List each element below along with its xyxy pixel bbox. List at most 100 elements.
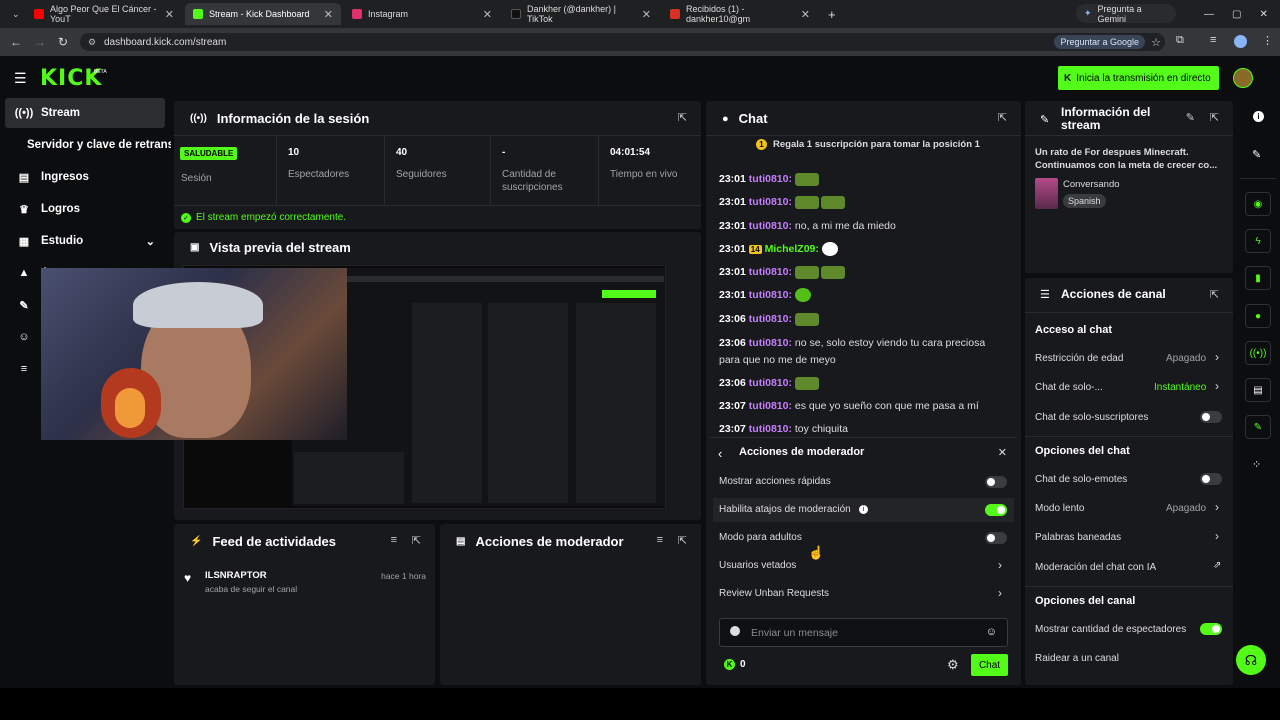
chat-username[interactable]: tuti0810: (749, 313, 792, 325)
chevron-right-icon[interactable]: › (1215, 529, 1219, 543)
adult-mode-toggle[interactable] (985, 532, 1007, 544)
filter-icon[interactable]: ≡ (657, 534, 663, 546)
help-chat-icon[interactable]: ☊ (1236, 645, 1266, 675)
feed-username[interactable]: ILSNRAPTOR (205, 570, 267, 581)
rail-activity-button[interactable]: ϟ (1245, 229, 1271, 253)
chevron-right-icon[interactable]: › (1215, 350, 1219, 364)
ai-moderation-label[interactable]: Moderación del chat con IA (1035, 562, 1156, 573)
external-link-icon[interactable]: ⇗ (1213, 560, 1221, 571)
tab-search-button[interactable]: ⌄ (4, 3, 22, 25)
hamburger-menu-icon[interactable]: ☰ (14, 70, 27, 87)
subscribers-only-toggle[interactable] (1200, 411, 1222, 423)
chat-input[interactable]: Enviar un mensaje ☺ (719, 618, 1008, 647)
back-arrow-icon[interactable]: ‹ (718, 446, 722, 461)
rail-session-button[interactable]: ◉ (1245, 192, 1271, 216)
maximize-icon[interactable]: ▢ (1232, 9, 1241, 20)
unban-requests-link[interactable]: Review Unban Requests (719, 588, 829, 599)
new-tab-button[interactable]: + (820, 3, 840, 25)
info-icon[interactable]: i (858, 505, 868, 514)
media-icon[interactable]: ≡ (1210, 34, 1216, 46)
close-icon[interactable]: ✕ (324, 8, 333, 21)
banned-users-link[interactable]: Usuarios vetados (719, 560, 796, 571)
popout-icon[interactable]: ⇱ (1210, 288, 1219, 301)
emotes-only-toggle[interactable] (1200, 473, 1222, 485)
chat-username[interactable]: tuti0810: (749, 400, 792, 412)
close-icon[interactable]: ✕ (998, 446, 1007, 459)
tab-gmail[interactable]: Recibidos (1) - dankher10@gm ✕ (662, 3, 818, 25)
chat-username[interactable]: tuti0810: (749, 337, 792, 349)
close-icon[interactable]: ✕ (165, 8, 174, 21)
gemini-button[interactable]: ✦ Pregunta a Gemini (1076, 4, 1176, 24)
slow-mode-label[interactable]: Modo lento (1035, 503, 1084, 514)
sidebar-item-stream[interactable]: ((•)) Stream (5, 98, 165, 128)
rail-layout-button[interactable]: ▤ (1245, 378, 1271, 402)
popout-icon[interactable]: ⇱ (412, 534, 421, 547)
age-restriction-label[interactable]: Restricción de edad (1035, 353, 1123, 364)
show-viewer-count-toggle[interactable] (1200, 623, 1222, 635)
sidebar-item-estudio[interactable]: ▦ Estudio ⌄ (5, 226, 165, 256)
more-dots-icon[interactable]: ⁘ (1252, 458, 1261, 471)
emoji-icon[interactable]: ☺ (986, 626, 997, 638)
extensions-icon[interactable]: ⧉ (1176, 34, 1184, 47)
stream-preview-video[interactable] (41, 265, 666, 509)
forward-icon[interactable]: → (34, 35, 46, 49)
chat-username[interactable]: tuti0810: (749, 220, 792, 232)
rail-stream-button[interactable]: ((•)) (1245, 341, 1271, 365)
popout-icon[interactable]: ⇱ (998, 111, 1007, 124)
chat-username[interactable]: tuti0810: (749, 423, 792, 435)
category-name[interactable]: Conversando (1063, 179, 1120, 190)
raid-channel-link[interactable]: Raidear a un canal (1035, 653, 1119, 664)
edit-pencil-icon[interactable]: ✎ (1186, 111, 1195, 124)
sidebar-item-server-key[interactable]: Servidor y clave de retransmisión (5, 130, 171, 160)
chat-username[interactable]: MichelZ09: (765, 243, 819, 255)
rail-notes-button[interactable]: ▮ (1245, 266, 1271, 290)
tab-kick-dashboard[interactable]: Stream - Kick Dashboard ✕ (185, 3, 341, 25)
mod-shortcuts-toggle[interactable] (985, 504, 1007, 516)
star-icon[interactable]: ☆ (1151, 36, 1161, 49)
category-thumbnail[interactable] (1035, 178, 1058, 209)
sidebar-item-ingresos[interactable]: ▤ Ingresos (5, 162, 165, 192)
reload-icon[interactable]: ↻ (58, 35, 68, 49)
chat-username[interactable]: tuti0810: (749, 173, 792, 185)
edit-pencil-icon[interactable]: ✎ (1252, 148, 1261, 161)
minimize-icon[interactable]: — (1204, 9, 1214, 20)
site-info-icon[interactable]: ⚙ (88, 37, 96, 48)
close-icon[interactable]: ✕ (483, 8, 492, 21)
chevron-right-icon[interactable]: › (998, 586, 1002, 600)
followers-only-label[interactable]: Chat de solo-... (1035, 382, 1103, 393)
popout-icon[interactable]: ⇱ (1210, 111, 1219, 124)
user-avatar[interactable] (1233, 68, 1253, 88)
chat-message-cutoff (719, 152, 804, 164)
info-icon[interactable]: i (1253, 111, 1264, 122)
settings-gear-icon[interactable]: ⚙ (947, 657, 959, 673)
chevron-right-icon[interactable]: › (1215, 379, 1219, 393)
tab-tiktok[interactable]: Dankher (@dankher) | TikTok ✕ (503, 3, 659, 25)
chat-username[interactable]: tuti0810: (749, 377, 792, 389)
popout-icon[interactable]: ⇱ (678, 111, 687, 124)
sidebar-item-logros[interactable]: ♛ Logros (5, 194, 165, 224)
back-icon[interactable]: ← (10, 35, 22, 49)
ask-google-button[interactable]: Preguntar a Google (1054, 35, 1145, 49)
chevron-right-icon[interactable]: › (1215, 500, 1219, 514)
browser-menu-icon[interactable]: ⋮ (1262, 34, 1273, 47)
rail-chat-button[interactable]: ● (1245, 304, 1271, 328)
profile-avatar[interactable] (1234, 35, 1247, 48)
start-stream-button[interactable]: K Inicia la transmisión en directo (1058, 66, 1219, 90)
chat-username[interactable]: tuti0810: (749, 289, 792, 301)
filter-icon[interactable]: ≡ (391, 534, 397, 546)
chat-username[interactable]: tuti0810: (749, 196, 792, 208)
rail-tools-button[interactable]: ✎ (1245, 415, 1271, 439)
popout-icon[interactable]: ⇱ (678, 534, 687, 547)
close-window-icon[interactable]: ✕ (1259, 9, 1267, 20)
banned-words-label[interactable]: Palabras baneadas (1035, 532, 1121, 543)
tab-instagram[interactable]: Instagram ✕ (344, 3, 500, 25)
address-bar[interactable]: ⚙ dashboard.kick.com/stream Preguntar a … (80, 33, 1165, 51)
close-icon[interactable]: ✕ (801, 8, 810, 21)
pinned-gift-banner[interactable]: 1 Regala 1 suscripción para tomar la posi… (756, 139, 980, 150)
chat-username[interactable]: tuti0810: (749, 266, 792, 278)
quick-actions-toggle[interactable] (985, 476, 1007, 488)
chevron-right-icon[interactable]: › (998, 558, 1002, 572)
tab-youtube[interactable]: Algo Peor Que El Cáncer - YouT ✕ (26, 3, 182, 25)
send-chat-button[interactable]: Chat (971, 654, 1008, 676)
close-icon[interactable]: ✕ (642, 8, 651, 21)
